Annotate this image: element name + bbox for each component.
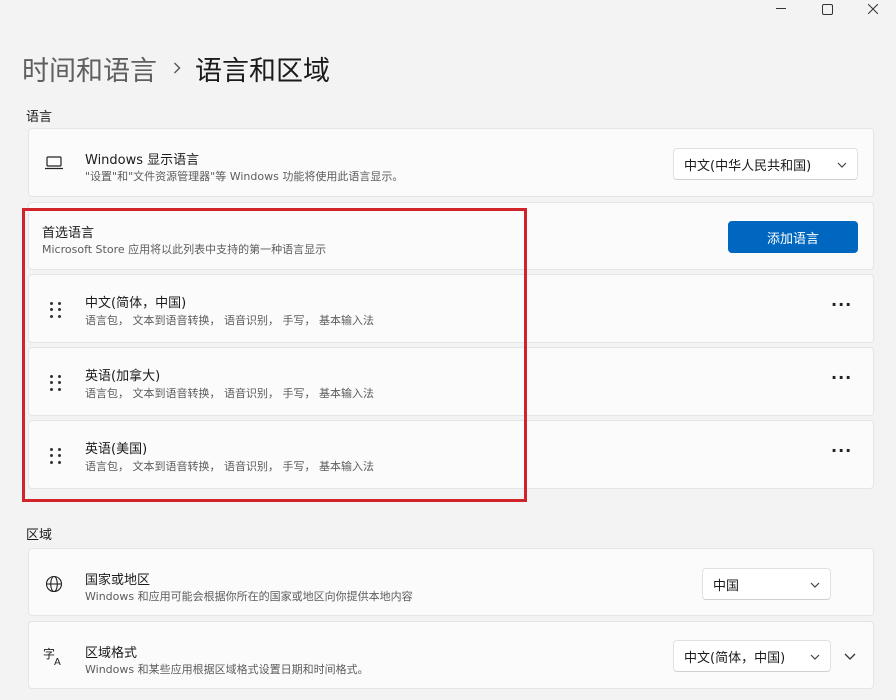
language-name: 中文(简体，中国): [85, 296, 187, 311]
regional-format-title: 区域格式: [85, 646, 138, 661]
section-label-language: 语言: [26, 110, 53, 125]
page-title: 语言和区域: [195, 55, 330, 87]
drag-handle-icon[interactable]: [50, 448, 62, 464]
section-label-region: 区域: [26, 528, 53, 543]
more-options-icon[interactable]: ···: [831, 368, 852, 387]
country-region-dropdown[interactable]: 中国: [702, 568, 831, 600]
more-options-icon[interactable]: ···: [831, 441, 852, 460]
laptop-icon: [43, 153, 65, 173]
regional-format-card[interactable]: 字A 区域格式 Windows 和某些应用根据区域格式设置日期和时间格式。 中文…: [28, 621, 874, 689]
regional-format-dropdown[interactable]: 中文(简体，中国): [673, 640, 831, 672]
chevron-right-icon: [173, 58, 181, 79]
language-item[interactable]: 英语(加拿大) 语言包， 文本到语音转换， 语音识别， 手写， 基本输入法 ··…: [28, 347, 874, 416]
breadcrumb: 时间和语言 语言和区域: [22, 48, 330, 88]
display-language-subtitle: "设置"和"文件资源管理器"等 Windows 功能将使用此语言显示。: [85, 170, 404, 183]
more-options-icon[interactable]: ···: [831, 295, 852, 314]
language-name: 英语(加拿大): [85, 369, 161, 384]
country-region-subtitle: Windows 和应用可能会根据你所在的国家或地区向你提供本地内容: [85, 590, 413, 603]
display-language-value: 中文(中华人民共和国): [684, 158, 812, 174]
drag-handle-icon[interactable]: [50, 302, 62, 318]
language-name: 英语(美国): [85, 442, 148, 457]
add-language-button[interactable]: 添加语言: [728, 221, 858, 253]
window-controls: [758, 0, 896, 18]
language-item[interactable]: 中文(简体，中国) 语言包， 文本到语音转换， 语音识别， 手写， 基本输入法 …: [28, 274, 874, 343]
language-item[interactable]: 英语(美国) 语言包， 文本到语音转换， 语音识别， 手写， 基本输入法 ···: [28, 420, 874, 489]
display-language-title: Windows 显示语言: [85, 153, 200, 168]
country-region-card: 国家或地区 Windows 和应用可能会根据你所在的国家或地区向你提供本地内容 …: [28, 548, 874, 616]
language-features: 语言包， 文本到语音转换， 语音识别， 手写， 基本输入法: [85, 387, 374, 400]
display-language-card: Windows 显示语言 "设置"和"文件资源管理器"等 Windows 功能将…: [28, 128, 874, 197]
breadcrumb-parent[interactable]: 时间和语言: [22, 49, 157, 88]
language-features: 语言包， 文本到语音转换， 语音识别， 手写， 基本输入法: [85, 314, 374, 327]
preferred-languages-subtitle: Microsoft Store 应用将以此列表中支持的第一种语言显示: [42, 243, 327, 256]
expand-chevron-icon[interactable]: [841, 650, 859, 662]
drag-handle-icon[interactable]: [50, 375, 62, 391]
regional-format-subtitle: Windows 和某些应用根据区域格式设置日期和时间格式。: [85, 663, 369, 676]
regional-format-icon: 字A: [42, 645, 66, 667]
country-region-title: 国家或地区: [85, 573, 151, 588]
svg-text:A: A: [54, 657, 61, 666]
chevron-down-icon: [810, 649, 820, 664]
chevron-down-icon: [837, 157, 847, 172]
minimize-button[interactable]: [758, 0, 804, 18]
maximize-button[interactable]: [804, 0, 850, 18]
language-features: 语言包， 文本到语音转换， 语音识别， 手写， 基本输入法: [85, 460, 374, 473]
close-icon: [868, 4, 878, 14]
chevron-down-icon: [810, 577, 820, 592]
close-button[interactable]: [850, 0, 896, 18]
country-region-value: 中国: [713, 578, 740, 594]
display-language-dropdown[interactable]: 中文(中华人民共和国): [673, 148, 858, 180]
regional-format-value: 中文(简体，中国): [684, 650, 786, 666]
globe-icon: [43, 573, 65, 595]
preferred-languages-title: 首选语言: [42, 226, 95, 241]
